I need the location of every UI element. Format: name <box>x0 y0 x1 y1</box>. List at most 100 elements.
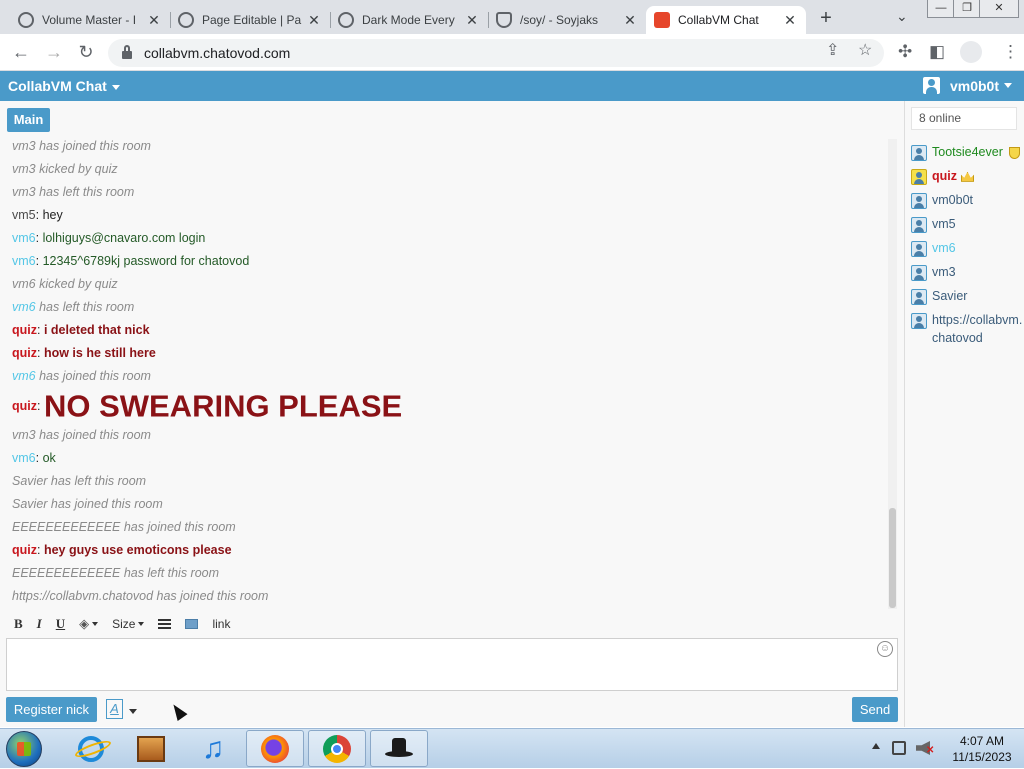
show-hidden-icons-icon[interactable] <box>872 743 880 749</box>
network-icon[interactable] <box>892 741 906 755</box>
message-text: vm3 has joined this room <box>12 428 151 442</box>
minimize-button[interactable]: — <box>927 0 955 18</box>
system-message: vm3 has left this room <box>12 182 882 205</box>
message-text: vm3 has left this room <box>12 185 135 199</box>
message-nick[interactable]: quiz <box>12 399 37 413</box>
chat-message: quiz: hey guys use emoticons please <box>12 543 232 557</box>
system-message: vm3 kicked by quiz <box>12 159 882 182</box>
insert-link-button[interactable]: link <box>212 617 230 631</box>
font-size-dropdown[interactable]: Size <box>112 617 145 631</box>
user-name: Savier <box>932 289 968 303</box>
user-list-item[interactable]: Savier <box>911 287 1023 305</box>
chevron-down-icon <box>1004 83 1012 88</box>
app-title-menu[interactable]: CollabVM Chat <box>8 78 120 94</box>
restore-button[interactable]: ❐ <box>953 0 981 18</box>
message-text: NO SWEARING PLEASE <box>43 388 403 424</box>
message-nick[interactable]: quiz <box>12 323 37 337</box>
browser-tab-volume-master[interactable]: Volume Master - I ✕ <box>10 6 170 34</box>
share-icon[interactable]: ⇪ <box>826 40 839 60</box>
close-tab-icon[interactable]: ✕ <box>306 12 322 29</box>
user-name: vm0b0t <box>932 193 973 207</box>
user-list-item[interactable]: vm3 <box>911 263 1023 281</box>
smiley-emoticon-icon[interactable]: ☺ <box>877 641 893 657</box>
user-list-item[interactable]: vm5 <box>911 215 1023 233</box>
taskbar-firefox[interactable] <box>246 730 304 767</box>
taskbar-music-player[interactable]: ♫ <box>184 730 242 767</box>
system-clock[interactable]: 4:07 AM 11/15/2023 <box>946 733 1018 765</box>
clock-time: 4:07 AM <box>959 734 1005 748</box>
user-list-item[interactable]: vm0b0t <box>911 191 1023 209</box>
message-nick[interactable]: vm6 <box>12 254 36 268</box>
message-nick[interactable]: quiz <box>12 543 37 557</box>
list-button[interactable] <box>158 618 172 630</box>
message-text: lolhiguys@cnavaro.com login <box>42 231 206 245</box>
user-name-wrap: vm6 <box>932 239 956 257</box>
browser-menu-icon[interactable]: ⋮ <box>1002 42 1019 62</box>
system-message: EEEEEEEEEEEEE has joined this room <box>12 517 882 540</box>
underline-button[interactable]: U <box>56 616 65 632</box>
message-nick[interactable]: quiz <box>12 346 37 360</box>
taskbar-chrome[interactable] <box>308 730 366 767</box>
message-nick[interactable]: vm6 <box>12 369 36 383</box>
forward-arrow-icon[interactable]: → <box>43 42 65 64</box>
insert-image-button[interactable] <box>185 619 199 629</box>
user-name-wrap: vm5 <box>932 215 956 233</box>
message-text: vm3 has joined this room <box>12 139 151 153</box>
close-tab-icon[interactable]: ✕ <box>622 12 638 29</box>
message-text: Savier has joined this room <box>12 497 163 511</box>
system-message: vm6 has left this room <box>12 297 882 320</box>
profile-avatar[interactable] <box>960 41 982 63</box>
url-text[interactable]: collabvm.chatovod.com <box>144 45 290 61</box>
close-tab-icon[interactable]: ✕ <box>464 12 480 29</box>
browser-tab-soyjaks[interactable]: /soy/ - Soyjaks ✕ <box>488 6 646 34</box>
bookmark-star-icon[interactable]: ☆ <box>858 40 872 60</box>
user-list-item[interactable]: https://collabvm.chatovod <box>911 311 1023 347</box>
register-nick-button[interactable]: Register nick <box>6 697 97 722</box>
chat-message: vm6: ok <box>12 451 56 465</box>
close-tab-icon[interactable]: ✕ <box>782 12 798 29</box>
lock-icon[interactable] <box>122 45 132 59</box>
user-list-item[interactable]: Tootsie4ever <box>911 143 1023 161</box>
bold-button[interactable]: B <box>14 616 23 632</box>
app-header: CollabVM Chat vm0b0t <box>0 71 1024 101</box>
reload-icon[interactable]: ↻ <box>75 42 97 64</box>
text-color-button[interactable]: ◈ <box>79 616 99 632</box>
browser-tab-dark-mode[interactable]: Dark Mode Every ✕ <box>330 6 488 34</box>
system-message: vm3 has joined this room <box>12 136 882 159</box>
italic-button[interactable]: I <box>37 616 42 632</box>
user-menu[interactable]: vm0b0t <box>922 77 1012 94</box>
user-list-item[interactable]: quiz <box>911 167 1023 185</box>
extensions-puzzle-icon[interactable]: ✣ <box>898 42 912 62</box>
message-input[interactable] <box>6 638 898 691</box>
tab-title: /soy/ - Soyjaks <box>520 13 599 27</box>
tab-title: Page Editable | Pa <box>202 13 302 27</box>
message-nick[interactable]: vm6 <box>12 451 36 465</box>
browser-tab-collabvm-chat[interactable]: CollabVM Chat ✕ <box>646 6 806 34</box>
start-button[interactable] <box>6 731 42 767</box>
taskbar-media-center[interactable] <box>122 730 180 767</box>
user-list: Tootsie4ever quiz vm0b0t vm5 vm6 vm3 Savier htt… <box>911 143 1023 353</box>
new-tab-button[interactable]: + <box>816 7 836 30</box>
user-name: vm3 <box>932 265 956 279</box>
text-format-button[interactable]: A <box>106 699 123 719</box>
message-nick[interactable]: vm5 <box>12 208 36 222</box>
user-name-wrap: Tootsie4ever <box>932 143 1020 161</box>
tab-search-chevron-icon[interactable]: ⌄ <box>896 8 908 25</box>
chevron-down-icon[interactable] <box>129 709 137 714</box>
close-window-button[interactable]: ✕ <box>979 0 1019 18</box>
user-icon <box>911 241 927 257</box>
address-bar[interactable]: collabvm.chatovod.com <box>108 39 884 67</box>
room-tab-main[interactable]: Main <box>7 108 50 132</box>
close-tab-icon[interactable]: ✕ <box>146 12 162 29</box>
crown-badge-icon <box>961 171 974 182</box>
browser-tab-page-editable[interactable]: Page Editable | Pa ✕ <box>170 6 330 34</box>
back-arrow-icon[interactable]: ← <box>10 42 32 64</box>
side-panel-icon[interactable]: ◧ <box>929 42 945 62</box>
user-list-item[interactable]: vm6 <box>911 239 1023 257</box>
message-nick[interactable]: vm6 <box>12 300 36 314</box>
chat-scrollbar-thumb[interactable] <box>889 508 896 608</box>
taskbar-internet-explorer[interactable] <box>62 730 120 767</box>
send-button[interactable]: Send <box>852 697 898 722</box>
taskbar-hat-app[interactable] <box>370 730 428 767</box>
message-nick[interactable]: vm6 <box>12 231 36 245</box>
